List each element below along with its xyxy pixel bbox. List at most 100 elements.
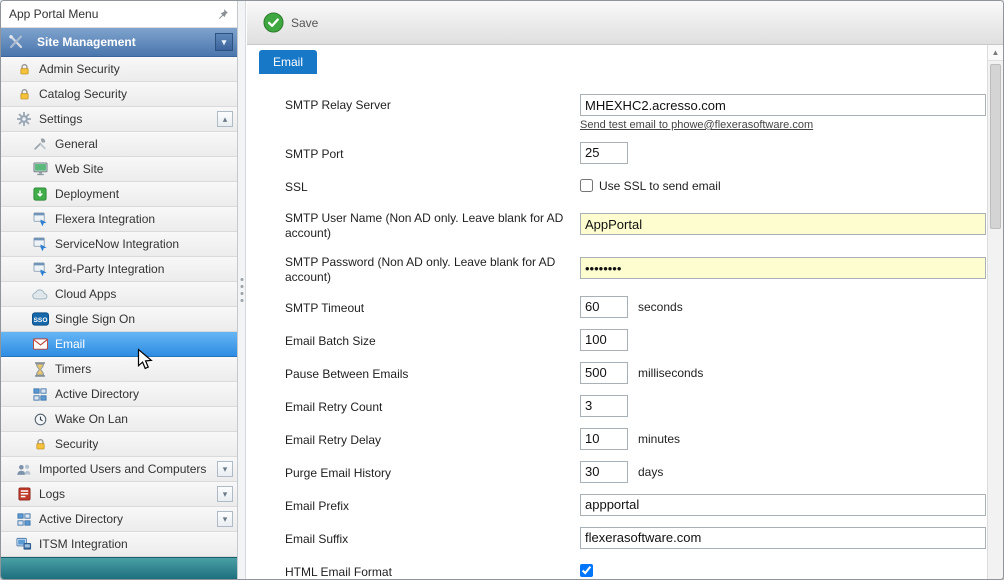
app-portal-window: App Portal Menu Site Management ▾ Admin … — [0, 0, 1004, 580]
ssl-checkbox[interactable] — [580, 179, 593, 192]
smtp-password-non-ad-only-leave-blank-for-ad-account-input[interactable] — [580, 257, 986, 279]
sidebar-item-label: Active Directory — [55, 387, 139, 401]
sidebar-item-logs[interactable]: Logs▾ — [1, 482, 237, 507]
smtp-timeout-input[interactable] — [580, 296, 628, 318]
field-label: SMTP User Name (Non AD only. Leave blank… — [285, 207, 580, 241]
form-row-smtp-port: SMTP Port — [285, 141, 947, 164]
sidebar-item-active-directory[interactable]: Active Directory ▾ — [1, 507, 237, 532]
sidebar-item-itsm-integration[interactable]: ITSM Integration — [1, 532, 237, 557]
sidebar-item-admin-security[interactable]: Admin Security — [1, 57, 237, 82]
sidebar-item-label: Active Directory — [39, 512, 123, 526]
field-label: Pause Between Emails — [285, 363, 580, 382]
form-row-email-suffix: Email Suffix — [285, 526, 947, 549]
sidebar-item-general[interactable]: General — [1, 132, 237, 157]
sidebar-item-single-sign-on[interactable]: SSOSingle Sign On — [1, 307, 237, 332]
users-icon — [15, 463, 33, 476]
sidebar-item-3rd-party-integration[interactable]: 3rd-Party Integration — [1, 257, 237, 282]
crossed-tools-icon — [7, 34, 25, 50]
appwin-icon — [31, 262, 49, 276]
field-control — [580, 564, 593, 577]
adgrid-icon — [31, 388, 49, 401]
itsm-icon — [15, 537, 33, 551]
tab-email[interactable]: Email — [259, 50, 317, 74]
sidebar-item-timers[interactable]: Timers — [1, 357, 237, 382]
sidebar: App Portal Menu Site Management ▾ Admin … — [1, 1, 238, 579]
field-label: SMTP Timeout — [285, 297, 580, 316]
scrollbar-thumb[interactable] — [990, 64, 1001, 229]
chevron-up-icon[interactable]: ▴ — [217, 111, 233, 127]
purge-email-history-input[interactable] — [580, 461, 628, 483]
field-control: days — [580, 461, 663, 483]
form-row-smtp-password-non-ad-only-leave-blank-for-ad-account: SMTP Password (Non AD only. Leave blank … — [285, 251, 947, 285]
chevron-down-icon[interactable]: ▾ — [217, 511, 233, 527]
email-retry-delay-input[interactable] — [580, 428, 628, 450]
tabstrip: Email — [247, 45, 1003, 73]
sso-icon: SSO — [31, 312, 49, 326]
email-batch-size-input[interactable] — [580, 329, 628, 351]
sidebar-item-servicenow-integration[interactable]: ServiceNow Integration — [1, 232, 237, 257]
email-retry-count-input[interactable] — [580, 395, 628, 417]
field-control: Use SSL to send email — [580, 179, 721, 193]
field-control: Send test email to phowe@flexerasoftware… — [580, 94, 986, 131]
field-label: Email Retry Count — [285, 396, 580, 415]
chevron-down-icon[interactable]: ▾ — [217, 486, 233, 502]
field-suffix: minutes — [638, 432, 680, 446]
field-label: Purge Email History — [285, 462, 580, 481]
field-control: seconds — [580, 296, 683, 318]
field-label: Email Retry Delay — [285, 429, 580, 448]
splitter-handle[interactable] — [238, 1, 246, 579]
save-button[interactable]: Save — [257, 8, 324, 37]
sidebar-item-settings[interactable]: Settings▴ — [1, 107, 237, 132]
sidebar-item-label: Email — [55, 337, 85, 351]
form-row-email-batch-size: Email Batch Size — [285, 328, 947, 351]
form-row-email-prefix: Email Prefix — [285, 493, 947, 516]
sidebar-item-imported-users-and-computers[interactable]: Imported Users and Computers▾ — [1, 457, 237, 482]
sidebar-item-flexera-integration[interactable]: Flexera Integration — [1, 207, 237, 232]
sidebar-header: App Portal Menu — [1, 1, 237, 28]
sidebar-item-catalog-security[interactable]: Catalog Security — [1, 82, 237, 107]
smtp-relay-server-input[interactable] — [580, 94, 986, 116]
field-control — [580, 213, 986, 235]
form-row-smtp-relay-server: SMTP Relay ServerSend test email to phow… — [285, 94, 947, 131]
sidebar-item-label: Cloud Apps — [55, 287, 116, 301]
pause-between-emails-input[interactable] — [580, 362, 628, 384]
sidebar-item-label: General — [55, 137, 98, 151]
appwin-icon — [31, 212, 49, 226]
sidebar-item-active-directory[interactable]: Active Directory — [1, 382, 237, 407]
sidebar-item-deployment[interactable]: Deployment — [1, 182, 237, 207]
sidebar-item-label: Catalog Security — [39, 87, 127, 101]
form-row-ssl: SSLUse SSL to send email — [285, 174, 947, 197]
sidebar-item-email[interactable]: Email — [1, 332, 237, 357]
field-control — [580, 527, 986, 549]
field-label: Email Suffix — [285, 528, 580, 547]
triangle-up-icon[interactable]: ▲ — [988, 45, 1003, 61]
deploy-icon — [31, 187, 49, 201]
field-label: Email Batch Size — [285, 330, 580, 349]
chevron-down-icon[interactable]: ▾ — [217, 461, 233, 477]
sidebar-item-security[interactable]: Security — [1, 432, 237, 457]
sidebar-item-wake-on-lan[interactable]: Wake On Lan — [1, 407, 237, 432]
smtp-user-name-non-ad-only-leave-blank-for-ad-account-input[interactable] — [580, 213, 986, 235]
sidebar-group-site-management[interactable]: Site Management ▾ — [1, 28, 237, 57]
sidebar-item-label: 3rd-Party Integration — [55, 262, 164, 276]
toolbar: Save — [247, 1, 1003, 45]
sidebar-item-web-site[interactable]: Web Site — [1, 157, 237, 182]
main-panel: Save Email SMTP Relay ServerSend test em… — [247, 1, 1003, 579]
field-control: minutes — [580, 428, 680, 450]
checkbox-text: Use SSL to send email — [599, 179, 721, 193]
email-prefix-input[interactable] — [580, 494, 986, 516]
sidebar-item-label: Timers — [55, 362, 91, 376]
form-row-smtp-timeout: SMTP Timeoutseconds — [285, 295, 947, 318]
sidebar-item-cloud-apps[interactable]: Cloud Apps — [1, 282, 237, 307]
chevron-down-icon[interactable]: ▾ — [215, 33, 233, 51]
partial-group-header[interactable] — [1, 557, 237, 579]
field-suffix: milliseconds — [638, 366, 703, 380]
smtp-port-input[interactable] — [580, 142, 628, 164]
html-email-format-checkbox[interactable] — [580, 564, 593, 577]
field-label: SMTP Port — [285, 143, 580, 162]
vertical-scrollbar[interactable]: ▲ — [987, 45, 1003, 579]
pushpin-icon[interactable] — [217, 8, 229, 20]
field-control — [580, 395, 628, 417]
send-test-email-link[interactable]: Send test email to phowe@flexerasoftware… — [580, 119, 813, 131]
email-suffix-input[interactable] — [580, 527, 986, 549]
